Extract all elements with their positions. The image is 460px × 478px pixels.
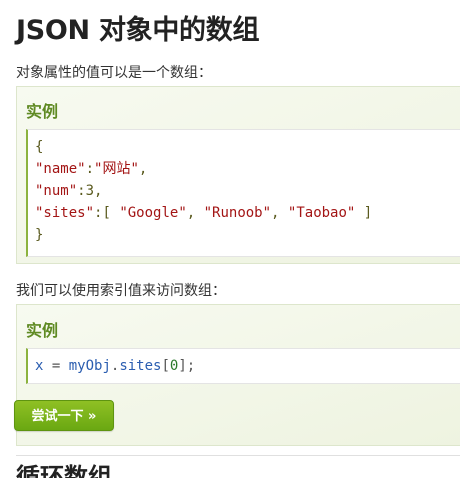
- code-token: "网站": [94, 161, 139, 177]
- code-token: =: [43, 358, 69, 374]
- code-token: "Runoob": [203, 205, 272, 221]
- code-token: ,: [138, 161, 148, 177]
- code-token: :[: [94, 205, 120, 221]
- code-token: :: [85, 161, 95, 177]
- code-block: x = myObj.sites[0];: [26, 348, 460, 384]
- code-token: "name": [35, 161, 86, 177]
- example-box-1: 实例 { "name":"网站", "num":3, "sites":[ "Go…: [16, 86, 460, 264]
- example-heading: 实例: [26, 321, 59, 340]
- code-token: [: [161, 358, 170, 374]
- section-divider: [16, 455, 460, 456]
- code-token: "num": [35, 183, 78, 199]
- code-token: }: [35, 227, 44, 243]
- code-line: "name":"网站",: [35, 158, 147, 180]
- code-token: "Taobao": [287, 205, 356, 221]
- example-heading: 实例: [26, 102, 59, 121]
- code-token: "sites": [35, 205, 95, 221]
- intro-text-index-access: 我们可以使用索引值来访问数组：: [16, 283, 226, 299]
- code-token: ,: [271, 205, 288, 221]
- code-token: :3,: [77, 183, 103, 199]
- section-heading-loop-array: 循环数组: [16, 463, 112, 478]
- code-line: {: [35, 136, 43, 158]
- code-token: ];: [178, 358, 196, 374]
- page-title: JSON 对象中的数组: [16, 15, 260, 46]
- code-line: "num":3,: [35, 180, 102, 202]
- code-line: x = myObj.sites[0];: [35, 355, 195, 377]
- code-token: myObj: [68, 358, 111, 374]
- code-block: { "name":"网站", "num":3, "sites":[ "Googl…: [26, 129, 460, 257]
- code-line: "sites":[ "Google", "Runoob", "Taobao" ]: [35, 202, 372, 224]
- code-line: }: [35, 224, 43, 246]
- try-it-button[interactable]: 尝试一下 »: [14, 400, 114, 431]
- code-token: sites: [119, 358, 162, 374]
- code-token: ]: [355, 205, 373, 221]
- code-token: {: [35, 139, 44, 155]
- intro-text-array-value: 对象属性的值可以是一个数组：: [16, 65, 212, 81]
- code-token: ,: [186, 205, 204, 221]
- code-token: "Google": [119, 205, 187, 221]
